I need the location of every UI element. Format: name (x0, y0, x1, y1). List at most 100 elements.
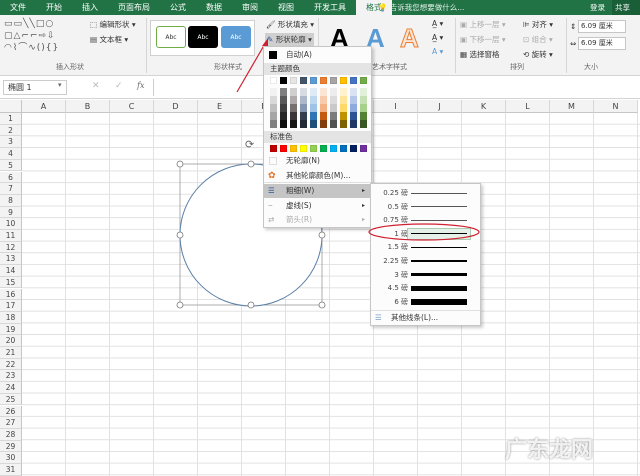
theme-shade-swatch[interactable] (340, 112, 347, 120)
weight-option-label: 0.25 磅 (383, 189, 408, 197)
theme-shade-swatch[interactable] (330, 104, 337, 112)
theme-shade-swatch[interactable] (320, 104, 327, 112)
weight-line-preview (411, 298, 467, 306)
theme-shade-swatch[interactable] (360, 104, 367, 112)
theme-shade-swatch[interactable] (320, 120, 327, 128)
weight-icon: ☰ (268, 186, 275, 195)
theme-shade-swatch[interactable] (360, 88, 367, 96)
theme-shade-swatch[interactable] (330, 88, 337, 96)
theme-shade-swatch[interactable] (340, 104, 347, 112)
theme-color-swatch[interactable] (320, 77, 327, 84)
theme-color-swatch[interactable] (270, 77, 277, 84)
menu-item-no-outline[interactable]: 无轮廓(N) (264, 154, 371, 168)
theme-shade-swatch[interactable] (330, 96, 337, 104)
theme-color-swatch[interactable] (290, 77, 297, 84)
theme-shade-swatch[interactable] (280, 88, 287, 96)
theme-shade-swatch[interactable] (350, 104, 357, 112)
weight-option[interactable]: 4.5 磅 (371, 281, 480, 295)
submenu-arrow-icon: ▸ (361, 202, 365, 209)
standard-color-swatch[interactable] (270, 145, 277, 152)
weight-option[interactable]: 6 磅 (371, 295, 480, 309)
menu-item-dashes[interactable]: ┄ 虚线(S) ▸ (264, 199, 371, 213)
theme-shade-swatch[interactable] (340, 88, 347, 96)
theme-color-swatch[interactable] (310, 77, 317, 84)
theme-shade-swatch[interactable] (310, 112, 317, 120)
watermark-logo: 广东龙网 (505, 438, 594, 463)
menu-item-arrows: ⇄ 箭头(R) ▸ (264, 213, 371, 227)
theme-color-swatch[interactable] (300, 77, 307, 84)
theme-shade-swatch[interactable] (320, 112, 327, 120)
theme-color-swatch[interactable] (360, 77, 367, 84)
theme-color-swatch[interactable] (330, 77, 337, 84)
annotation-ellipse (368, 223, 480, 241)
theme-shade-swatch[interactable] (320, 88, 327, 96)
menu-item-weight[interactable]: ☰ 粗细(W) ▸ (264, 184, 371, 198)
theme-shade-swatch[interactable] (300, 104, 307, 112)
theme-shade-swatch[interactable] (340, 120, 347, 128)
theme-shade-swatch[interactable] (310, 120, 317, 128)
rotation-handle-icon[interactable]: ⟳ (245, 138, 254, 151)
theme-shade-swatch[interactable] (300, 120, 307, 128)
weight-option[interactable]: 2.25 磅 (371, 254, 480, 268)
theme-shade-swatch[interactable] (330, 120, 337, 128)
standard-color-swatch[interactable] (340, 145, 347, 152)
standard-color-swatch[interactable] (360, 145, 367, 152)
theme-colors-header: 主题颜色 (264, 63, 371, 75)
weight-option-label: 3 磅 (394, 270, 408, 279)
theme-color-swatch[interactable] (280, 77, 287, 84)
theme-shade-swatch[interactable] (270, 120, 277, 128)
weight-option[interactable]: 0.5 磅 (371, 200, 480, 214)
theme-shade-swatch[interactable] (280, 96, 287, 104)
theme-shade-swatch[interactable] (290, 112, 297, 120)
theme-shade-swatch[interactable] (360, 96, 367, 104)
theme-shade-swatch[interactable] (290, 120, 297, 128)
theme-shade-swatch[interactable] (310, 104, 317, 112)
theme-shade-swatch[interactable] (280, 104, 287, 112)
standard-color-swatch[interactable] (290, 145, 297, 152)
annotation-arrow (236, 41, 267, 93)
theme-shade-swatch[interactable] (290, 96, 297, 104)
theme-shade-swatch[interactable] (270, 88, 277, 96)
theme-shade-swatch[interactable] (270, 96, 277, 104)
menu-item-auto[interactable]: 自动(A) (264, 48, 371, 62)
theme-shade-swatch[interactable] (300, 96, 307, 104)
theme-color-palette (264, 77, 371, 133)
theme-color-swatch[interactable] (340, 77, 347, 84)
standard-color-swatch[interactable] (330, 145, 337, 152)
submenu-arrow-icon: ▸ (361, 216, 365, 223)
standard-color-swatch[interactable] (280, 145, 287, 152)
standard-color-swatch[interactable] (300, 145, 307, 152)
standard-color-swatch[interactable] (350, 145, 357, 152)
theme-shade-swatch[interactable] (310, 96, 317, 104)
lines-icon: ☰ (375, 313, 382, 322)
theme-shade-swatch[interactable] (340, 96, 347, 104)
theme-shade-swatch[interactable] (360, 112, 367, 120)
theme-shade-swatch[interactable] (270, 112, 277, 120)
standard-color-swatch[interactable] (310, 145, 317, 152)
submenu-arrow-icon: ▸ (361, 187, 365, 194)
standard-color-swatch[interactable] (320, 145, 327, 152)
theme-shade-swatch[interactable] (350, 112, 357, 120)
theme-shade-swatch[interactable] (290, 104, 297, 112)
theme-shade-swatch[interactable] (280, 112, 287, 120)
theme-shade-swatch[interactable] (280, 120, 287, 128)
theme-shade-swatch[interactable] (330, 112, 337, 120)
menu-item-more-lines[interactable]: ☰ 其他线条(L)... (371, 310, 480, 324)
theme-shade-swatch[interactable] (290, 88, 297, 96)
menu-item-more-colors[interactable]: ✿ 其他轮廓颜色(M)... (264, 169, 371, 183)
theme-shade-swatch[interactable] (350, 96, 357, 104)
theme-color-swatch[interactable] (350, 77, 357, 84)
theme-shade-swatch[interactable] (300, 88, 307, 96)
theme-shade-swatch[interactable] (350, 120, 357, 128)
shape-outline-menu: 自动(A) 主题颜色 标准色 无轮廓(N) ✿ 其他轮廓颜色(M)... ☰ 粗细(… (263, 46, 372, 228)
theme-shade-swatch[interactable] (270, 104, 277, 112)
theme-shade-swatch[interactable] (320, 96, 327, 104)
theme-shade-swatch[interactable] (360, 120, 367, 128)
weight-option[interactable]: 0.25 磅 (371, 186, 480, 200)
theme-shade-swatch[interactable] (300, 112, 307, 120)
theme-shade-swatch[interactable] (310, 88, 317, 96)
annotation-arrowhead (262, 38, 268, 46)
color-wheel-icon: ✿ (268, 171, 276, 181)
weight-option[interactable]: 3 磅 (371, 268, 480, 282)
theme-shade-swatch[interactable] (350, 88, 357, 96)
